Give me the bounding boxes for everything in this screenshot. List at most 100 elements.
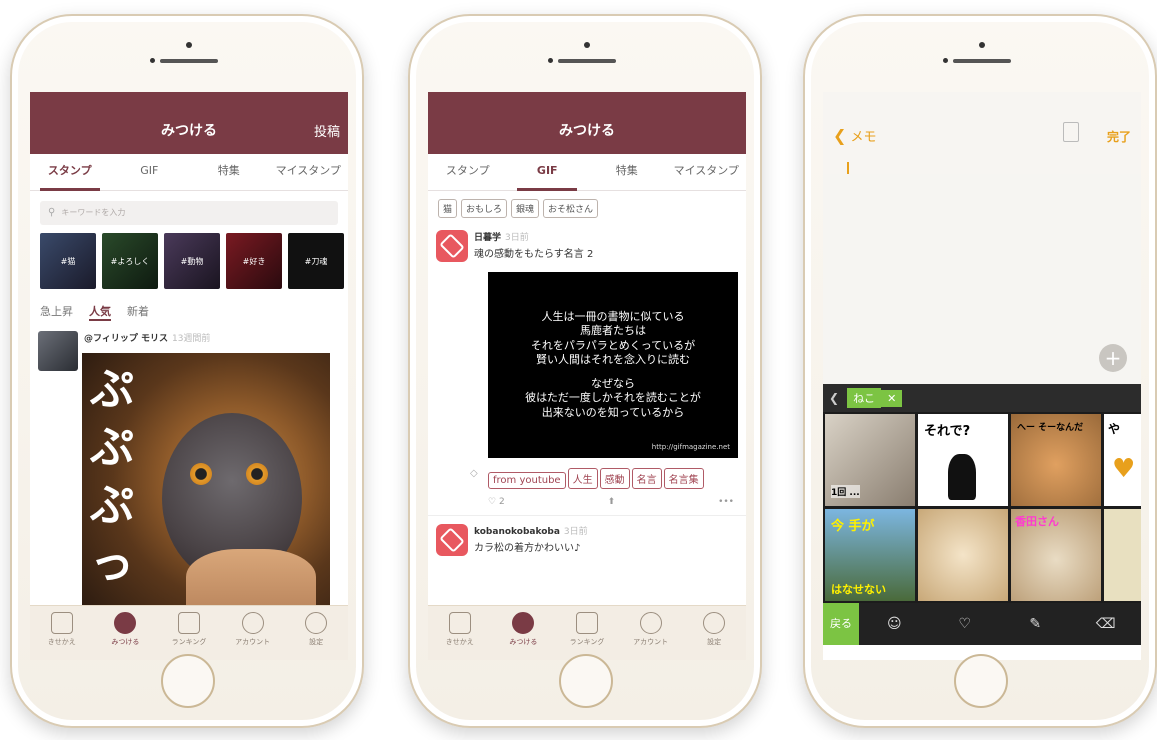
tabbar-dressup[interactable]: きせかえ [30,606,94,660]
post-header: 日暮学 3日前 魂の感動をもたらす名言 2 [474,230,593,262]
heart-icon[interactable]: ♡ [930,616,1001,632]
post-tag[interactable]: 名言集 [663,468,704,489]
sticker-cell[interactable] [918,509,1008,601]
tabbar-account[interactable]: アカウント [221,606,285,660]
share-icon[interactable] [1063,122,1079,142]
tag-thumb[interactable]: #猫 [40,233,96,289]
chevron-left-icon[interactable]: ❮ [829,391,839,405]
sort-tabs: 急上昇 人気 新着 [30,289,348,327]
sort-popular[interactable]: 人気 [89,303,111,321]
add-icon[interactable]: + [1099,344,1127,372]
tag-thumb[interactable]: #好き [226,233,282,289]
person-icon [639,612,662,634]
sticker-grid: 1回 ... それで? へー そーなんだ や ♥ 今 手がはなせない 香田さん [823,412,1141,603]
tabbar-discover[interactable]: みつける [94,606,158,660]
caption-char: っ [90,538,134,589]
home-button[interactable] [559,654,613,708]
user-avatar[interactable] [436,524,468,556]
monkey-eye [246,463,268,485]
keyboard-back-button[interactable]: 戻る [823,603,859,645]
tag-thumb[interactable]: #よろしく [102,233,158,289]
tabbar-discover[interactable]: みつける [492,606,556,660]
keyboard-tag[interactable]: ねこ [847,388,882,408]
post-button[interactable]: 投稿 [314,121,340,140]
post-tag[interactable]: 人生 [567,468,598,489]
tabbar-dressup[interactable]: きせかえ [428,606,492,660]
post-user[interactable]: @フィリップ モリス [84,334,168,344]
dressup-icon [50,612,73,634]
tab-gif[interactable]: GIF [508,154,588,191]
tag-chip[interactable]: おそ松さん [543,199,599,218]
tabbar-label: みつける [509,638,538,646]
tabbar-ranking[interactable]: ランキング [157,606,221,660]
sticker-cell[interactable]: 1回 ... [825,414,915,506]
tabbar-ranking[interactable]: ランキング [555,606,619,660]
tag-chip[interactable]: おもしろ [461,199,508,218]
pencil-icon[interactable]: ✎ [1000,616,1071,632]
sticker-text: 香田さん [1015,515,1059,528]
tabbar-settings[interactable]: 設定 [284,606,348,660]
search-placeholder: キーワードを入力 [61,208,126,217]
home-button[interactable] [161,654,215,708]
back-button[interactable]: ❮ メモ [833,126,877,145]
delete-key-icon[interactable]: ⌫ [1071,616,1142,632]
sticker-text: はなせない [831,583,886,596]
gif-image[interactable]: 人生は一冊の書物に似ている 馬鹿者たちは それをパラパラとめくっているが 賢い人… [488,272,738,458]
tab-my-stamp[interactable]: マイスタンプ [269,154,349,190]
post-tag[interactable]: 感動 [599,468,630,489]
gear-icon [305,612,328,634]
tab-gif[interactable]: GIF [110,154,190,190]
post-user[interactable]: 日暮学 [474,233,501,243]
tab-stamp[interactable]: スタンプ [30,154,110,191]
sticker-cell[interactable]: 香田さん [1011,509,1101,601]
heart-icon: ♥ [1112,454,1136,484]
tag-list: ◇ from youtube 人生 感動 名言 名言集 [428,458,746,489]
like-button[interactable]: ♡ 2 [488,497,505,507]
sticker-text: 今 手が [831,519,875,534]
tabbar-label: ランキング [171,638,207,646]
post-item: 日暮学 3日前 魂の感動をもたらす名言 2 [428,226,746,266]
tag-thumb[interactable]: #動物 [164,233,220,289]
avatar[interactable] [38,331,78,371]
bear-face-icon[interactable]: ☺ [859,616,930,632]
sticker-cell[interactable]: や ♥ [1104,414,1141,506]
sticker-keyboard-bar: ❮ ねこ ✕ [823,384,1141,412]
bottom-tabbar: きせかえ みつける ランキング アカウント 設定 [428,605,746,660]
search-icon: ⚲ [48,207,56,218]
memo-text-area[interactable]: + [823,174,1141,384]
share-icon[interactable]: ⬆ [608,497,616,507]
tag-chip[interactable]: 猫 [438,199,458,218]
tabbar-account[interactable]: アカウント [619,606,683,660]
tabbar-settings[interactable]: 設定 [682,606,746,660]
tab-stamp[interactable]: スタンプ [428,154,508,190]
sticker-text: それで? [924,424,971,439]
sort-trending[interactable]: 急上昇 [40,303,73,321]
tab-feature[interactable]: 特集 [189,154,269,190]
search-input[interactable]: ⚲ キーワードを入力 [40,201,338,225]
tab-feature[interactable]: 特集 [587,154,667,190]
post-user[interactable]: kobanokobakoba [474,527,560,537]
post-tag[interactable]: 名言 [631,468,662,489]
category-tabs: スタンプ GIF 特集 マイスタンプ [30,154,348,191]
sticker-cell[interactable]: 今 手が はなせない [825,509,915,601]
sticker-cell[interactable]: それで? [918,414,1008,506]
tag-thumb[interactable]: #刀魂 [288,233,344,289]
tag-close-button[interactable]: ✕ [881,389,903,407]
home-button[interactable] [954,654,1008,708]
user-avatar[interactable] [436,230,468,262]
tab-my-stamp[interactable]: マイスタンプ [667,154,747,190]
post-item: kobanokobakoba 3日前 カラ松の着方かわいい♪ [428,516,746,560]
done-button[interactable]: 完了 [1107,128,1131,145]
screen-discover-stamps: みつける 投稿 スタンプ GIF 特集 マイスタンプ ⚲ キーワードを入力 #猫… [30,92,348,660]
sticker-cell[interactable] [1104,509,1141,601]
monkey-hand [186,549,316,613]
quote-line: 人生は一冊の書物に似ている [541,309,685,323]
more-button[interactable]: ••• [718,497,734,507]
sensor-dot [943,58,948,63]
post-tag[interactable]: from youtube [488,472,566,489]
back-label: メモ [850,130,877,145]
sticker-cell[interactable]: へー そーなんだ [1011,414,1101,506]
sort-new[interactable]: 新着 [127,303,149,321]
post-image[interactable]: ぷ ぷ ぷ っ [82,353,330,613]
tag-chip[interactable]: 銀魂 [511,199,540,218]
